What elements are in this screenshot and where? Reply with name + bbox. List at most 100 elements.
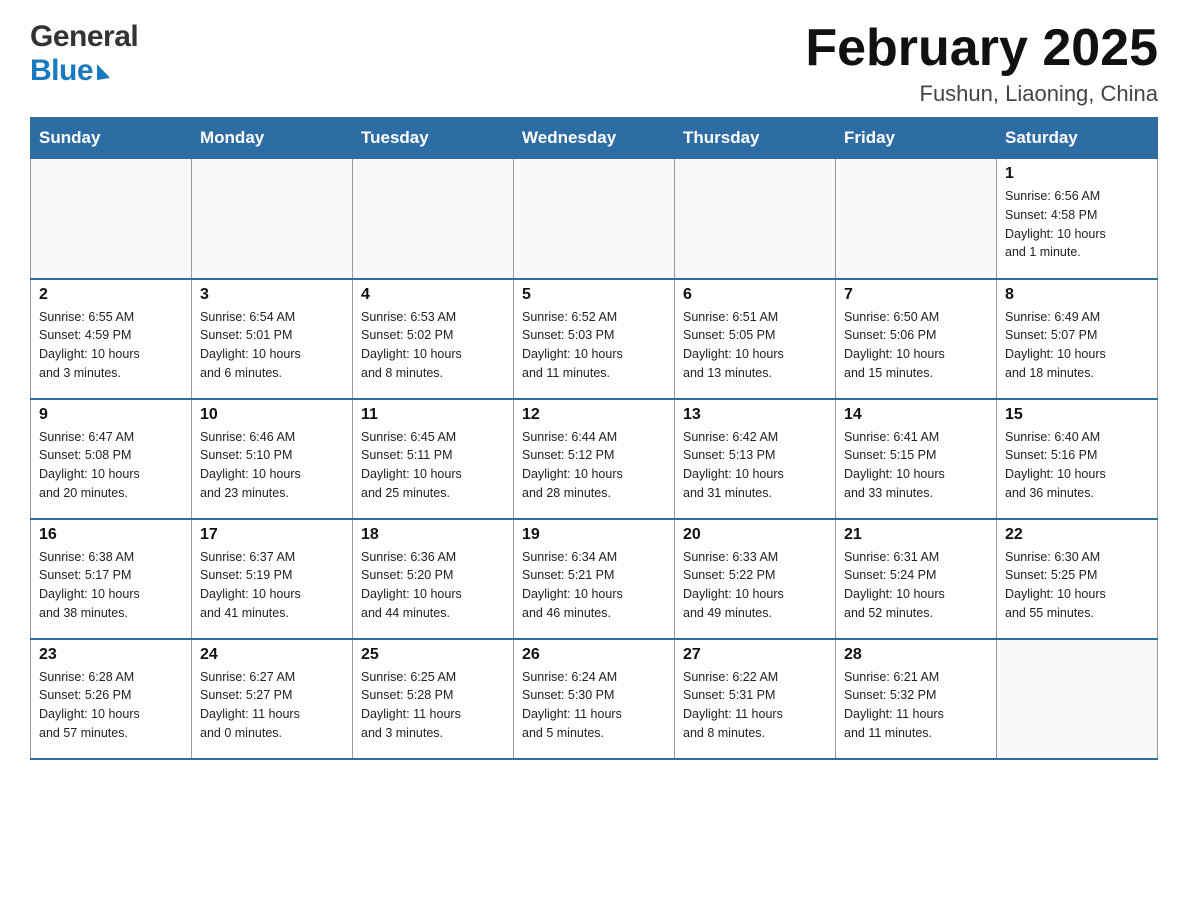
calendar-cell: 11 Sunrise: 6:45 AM Sunset: 5:11 PM Dayli… [353, 399, 514, 519]
calendar-cell: 9 Sunrise: 6:47 AM Sunset: 5:08 PM Daylig… [31, 399, 192, 519]
day-number: 7 [844, 286, 988, 304]
day-info: Sunrise: 6:21 AM Sunset: 5:32 PM Dayligh… [844, 668, 988, 743]
calendar-cell [997, 639, 1158, 759]
day-number: 17 [200, 526, 344, 544]
calendar-cell: 8 Sunrise: 6:49 AM Sunset: 5:07 PM Daylig… [997, 279, 1158, 399]
calendar-cell: 5 Sunrise: 6:52 AM Sunset: 5:03 PM Daylig… [514, 279, 675, 399]
day-number: 12 [522, 406, 666, 424]
day-number: 25 [361, 646, 505, 664]
day-number: 26 [522, 646, 666, 664]
day-number: 8 [1005, 286, 1149, 304]
calendar-cell [514, 159, 675, 279]
day-number: 19 [522, 526, 666, 544]
day-number: 21 [844, 526, 988, 544]
day-info: Sunrise: 6:38 AM Sunset: 5:17 PM Dayligh… [39, 548, 183, 623]
day-info: Sunrise: 6:51 AM Sunset: 5:05 PM Dayligh… [683, 308, 827, 383]
day-info: Sunrise: 6:31 AM Sunset: 5:24 PM Dayligh… [844, 548, 988, 623]
day-info: Sunrise: 6:50 AM Sunset: 5:06 PM Dayligh… [844, 308, 988, 383]
calendar-cell: 2Sunrise: 6:55 AM Sunset: 4:59 PM Daylig… [31, 279, 192, 399]
day-info: Sunrise: 6:30 AM Sunset: 5:25 PM Dayligh… [1005, 548, 1149, 623]
calendar-cell: 1 Sunrise: 6:56 AM Sunset: 4:58 PM Daylig… [997, 159, 1158, 279]
day-number: 5 [522, 286, 666, 304]
page-header: General Blue February 2025 Fushun, Liaon… [30, 20, 1158, 107]
day-info: Sunrise: 6:47 AM Sunset: 5:08 PM Dayligh… [39, 428, 183, 503]
day-number: 23 [39, 646, 183, 664]
calendar-table: SundayMondayTuesdayWednesdayThursdayFrid… [30, 117, 1158, 760]
day-info: Sunrise: 6:22 AM Sunset: 5:31 PM Dayligh… [683, 668, 827, 743]
day-info: Sunrise: 6:40 AM Sunset: 5:16 PM Dayligh… [1005, 428, 1149, 503]
calendar-cell: 26Sunrise: 6:24 AM Sunset: 5:30 PM Dayli… [514, 639, 675, 759]
day-info: Sunrise: 6:27 AM Sunset: 5:27 PM Dayligh… [200, 668, 344, 743]
day-number: 15 [1005, 406, 1149, 424]
calendar-cell: 28 Sunrise: 6:21 AM Sunset: 5:32 PM Dayli… [836, 639, 997, 759]
calendar-cell: 16 Sunrise: 6:38 AM Sunset: 5:17 PM Dayli… [31, 519, 192, 639]
day-info: Sunrise: 6:28 AM Sunset: 5:26 PM Dayligh… [39, 668, 183, 743]
calendar-cell: 27Sunrise: 6:22 AM Sunset: 5:31 PM Dayli… [675, 639, 836, 759]
day-number: 16 [39, 526, 183, 544]
day-info: Sunrise: 6:46 AM Sunset: 5:10 PM Dayligh… [200, 428, 344, 503]
day-number: 10 [200, 406, 344, 424]
day-info: Sunrise: 6:37 AM Sunset: 5:19 PM Dayligh… [200, 548, 344, 623]
calendar-cell: 4 Sunrise: 6:53 AM Sunset: 5:02 PM Daylig… [353, 279, 514, 399]
calendar-week-5: 23 Sunrise: 6:28 AM Sunset: 5:26 PM Dayli… [31, 639, 1158, 759]
calendar-header-tuesday: Tuesday [353, 118, 514, 159]
location: Fushun, Liaoning, China [805, 81, 1158, 107]
calendar-cell: 17 Sunrise: 6:37 AM Sunset: 5:19 PM Dayli… [192, 519, 353, 639]
day-info: Sunrise: 6:41 AM Sunset: 5:15 PM Dayligh… [844, 428, 988, 503]
day-info: Sunrise: 6:52 AM Sunset: 5:03 PM Dayligh… [522, 308, 666, 383]
day-info: Sunrise: 6:53 AM Sunset: 5:02 PM Dayligh… [361, 308, 505, 383]
title-section: February 2025 Fushun, Liaoning, China [805, 20, 1158, 107]
calendar-cell: 20 Sunrise: 6:33 AM Sunset: 5:22 PM Dayli… [675, 519, 836, 639]
calendar-cell: 23 Sunrise: 6:28 AM Sunset: 5:26 PM Dayli… [31, 639, 192, 759]
logo-general: General [30, 20, 138, 54]
calendar-cell: 22 Sunrise: 6:30 AM Sunset: 5:25 PM Dayli… [997, 519, 1158, 639]
day-info: Sunrise: 6:56 AM Sunset: 4:58 PM Dayligh… [1005, 187, 1149, 262]
calendar-week-1: 1 Sunrise: 6:56 AM Sunset: 4:58 PM Daylig… [31, 159, 1158, 279]
calendar-cell: 15 Sunrise: 6:40 AM Sunset: 5:16 PM Dayli… [997, 399, 1158, 519]
calendar-cell: 24 Sunrise: 6:27 AM Sunset: 5:27 PM Dayli… [192, 639, 353, 759]
calendar-header-thursday: Thursday [675, 118, 836, 159]
day-number: 28 [844, 646, 988, 664]
logo-arrow-icon [97, 62, 110, 80]
day-number: 9 [39, 406, 183, 424]
calendar-header-row: SundayMondayTuesdayWednesdayThursdayFrid… [31, 118, 1158, 159]
day-number: 11 [361, 406, 505, 424]
month-title: February 2025 [805, 20, 1158, 77]
day-info: Sunrise: 6:42 AM Sunset: 5:13 PM Dayligh… [683, 428, 827, 503]
calendar-week-2: 2Sunrise: 6:55 AM Sunset: 4:59 PM Daylig… [31, 279, 1158, 399]
day-number: 6 [683, 286, 827, 304]
day-number: 18 [361, 526, 505, 544]
calendar-cell [675, 159, 836, 279]
day-number: 20 [683, 526, 827, 544]
day-info: Sunrise: 6:55 AM Sunset: 4:59 PM Dayligh… [39, 308, 183, 383]
calendar-cell [192, 159, 353, 279]
calendar-cell: 12 Sunrise: 6:44 AM Sunset: 5:12 PM Dayli… [514, 399, 675, 519]
calendar-header-saturday: Saturday [997, 118, 1158, 159]
calendar-week-3: 9 Sunrise: 6:47 AM Sunset: 5:08 PM Daylig… [31, 399, 1158, 519]
logo-blue: Blue [30, 54, 138, 88]
day-number: 14 [844, 406, 988, 424]
calendar-header-wednesday: Wednesday [514, 118, 675, 159]
calendar-cell: 21 Sunrise: 6:31 AM Sunset: 5:24 PM Dayli… [836, 519, 997, 639]
calendar-cell: 25 Sunrise: 6:25 AM Sunset: 5:28 PM Dayli… [353, 639, 514, 759]
day-info: Sunrise: 6:44 AM Sunset: 5:12 PM Dayligh… [522, 428, 666, 503]
logo: General Blue [30, 20, 138, 88]
day-info: Sunrise: 6:49 AM Sunset: 5:07 PM Dayligh… [1005, 308, 1149, 383]
day-info: Sunrise: 6:54 AM Sunset: 5:01 PM Dayligh… [200, 308, 344, 383]
calendar-cell: 7 Sunrise: 6:50 AM Sunset: 5:06 PM Daylig… [836, 279, 997, 399]
day-number: 24 [200, 646, 344, 664]
day-info: Sunrise: 6:36 AM Sunset: 5:20 PM Dayligh… [361, 548, 505, 623]
day-number: 4 [361, 286, 505, 304]
calendar-cell: 6 Sunrise: 6:51 AM Sunset: 5:05 PM Daylig… [675, 279, 836, 399]
day-number: 22 [1005, 526, 1149, 544]
day-info: Sunrise: 6:25 AM Sunset: 5:28 PM Dayligh… [361, 668, 505, 743]
day-info: Sunrise: 6:33 AM Sunset: 5:22 PM Dayligh… [683, 548, 827, 623]
calendar-week-4: 16 Sunrise: 6:38 AM Sunset: 5:17 PM Dayli… [31, 519, 1158, 639]
calendar-cell: 3 Sunrise: 6:54 AM Sunset: 5:01 PM Daylig… [192, 279, 353, 399]
day-info: Sunrise: 6:45 AM Sunset: 5:11 PM Dayligh… [361, 428, 505, 503]
day-number: 1 [1005, 165, 1149, 183]
calendar-cell [31, 159, 192, 279]
calendar-cell: 19Sunrise: 6:34 AM Sunset: 5:21 PM Dayli… [514, 519, 675, 639]
day-number: 3 [200, 286, 344, 304]
calendar-cell: 13Sunrise: 6:42 AM Sunset: 5:13 PM Dayli… [675, 399, 836, 519]
